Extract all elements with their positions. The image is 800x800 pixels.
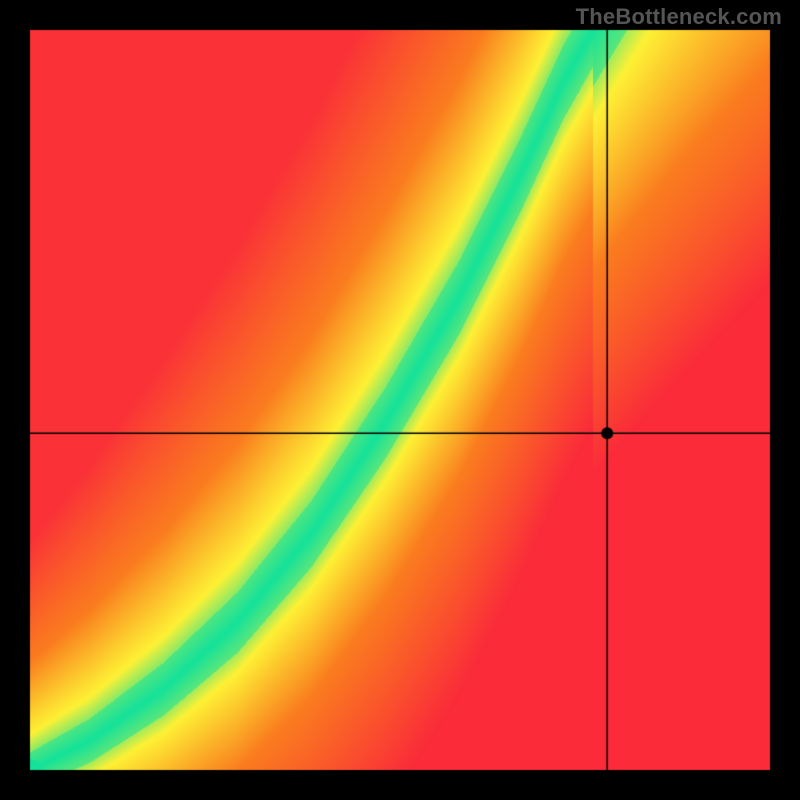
chart-container: TheBottleneck.com <box>0 0 800 800</box>
heatmap-canvas <box>0 0 800 800</box>
watermark-label: TheBottleneck.com <box>576 4 782 30</box>
